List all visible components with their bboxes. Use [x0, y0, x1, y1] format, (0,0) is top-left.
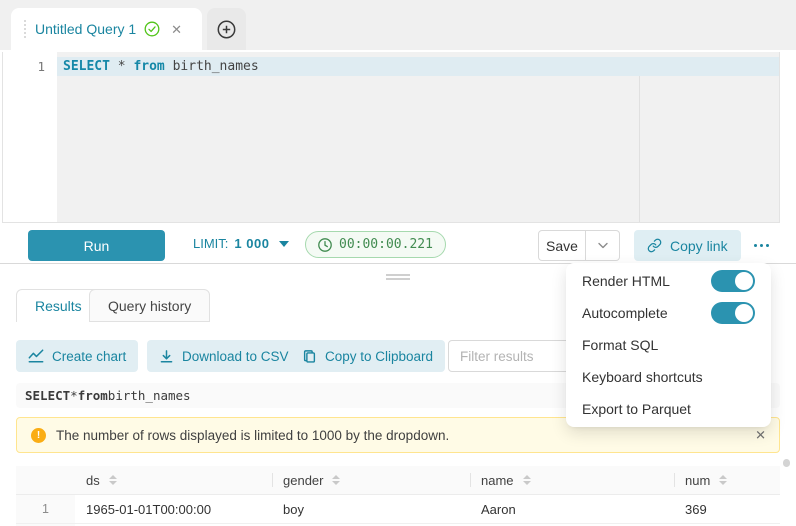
menu-item-label: Export to Parquet	[582, 401, 691, 417]
more-menu-button[interactable]	[745, 230, 777, 261]
scrollbar-thumb[interactable]	[783, 459, 790, 467]
check-circle-icon	[144, 21, 160, 37]
table-header-row: ds gender name num	[16, 466, 780, 495]
sort-icon[interactable]	[109, 475, 117, 485]
timer-value: 00:00:00.221	[339, 237, 433, 252]
sql-star: *	[118, 59, 126, 74]
column-header-ds[interactable]: ds	[75, 466, 272, 494]
tab-results[interactable]: Results	[16, 289, 101, 322]
run-button[interactable]: Run	[28, 230, 165, 261]
copy-clipboard-button[interactable]: Copy to Clipboard	[290, 340, 445, 372]
sort-icon[interactable]	[719, 475, 727, 485]
autocomplete-toggle[interactable]	[711, 302, 755, 324]
close-tab-icon[interactable]: ✕	[171, 23, 182, 36]
column-header-gender[interactable]: gender	[272, 466, 470, 494]
save-dropdown-button[interactable]	[586, 230, 620, 261]
sql-keyword: SELECT	[63, 59, 110, 74]
download-icon	[159, 349, 174, 364]
more-options-menu: Render HTML Autocomplete Format SQL Keyb…	[566, 263, 771, 427]
sql-keyword: from	[133, 59, 164, 74]
table-row: 1 1965-01-01T00:00:00 boy Aaron 369	[16, 495, 780, 524]
chart-icon	[28, 348, 44, 364]
drag-handle-icon[interactable]	[24, 20, 26, 38]
line-number: 1	[37, 57, 45, 76]
query-tab-strip: Untitled Query 1 ✕	[0, 0, 796, 50]
row-number-header	[16, 466, 75, 494]
sql-code-line: SELECT * from birth_names	[63, 57, 259, 76]
menu-item-keyboard-shortcuts[interactable]: Keyboard shortcuts	[566, 361, 771, 393]
add-tab-button[interactable]	[207, 8, 246, 50]
row-number-cell: 1	[16, 495, 75, 523]
tab-query-history-label: Query history	[108, 298, 191, 314]
menu-item-label: Keyboard shortcuts	[582, 369, 703, 385]
results-table: ds gender name num 1 1965-01-01T00:00:00…	[16, 466, 780, 526]
column-label: num	[685, 473, 710, 488]
column-header-num[interactable]: num	[674, 466, 780, 494]
download-csv-label: Download to CSV	[182, 349, 289, 364]
column-header-name[interactable]: name	[470, 466, 674, 494]
clock-icon	[318, 238, 332, 252]
cell-num: 369	[674, 495, 780, 523]
query-timer-badge: 00:00:00.221	[305, 231, 446, 258]
create-chart-label: Create chart	[52, 349, 126, 364]
sql-keyword: SELECT	[25, 388, 70, 403]
menu-item-label: Render HTML	[582, 273, 670, 289]
cell-ds: 1965-01-01T00:00:00	[75, 495, 272, 523]
sql-table-name: birth_names	[173, 59, 259, 74]
limit-label: LIMIT:	[193, 236, 228, 251]
menu-item-render-html[interactable]: Render HTML	[566, 265, 771, 297]
chevron-down-icon	[598, 242, 608, 249]
sql-keyword: from	[78, 388, 108, 403]
sql-editor[interactable]: 1 SELECT * from birth_names	[2, 52, 780, 223]
tab-results-label: Results	[35, 298, 82, 314]
sql-star: *	[70, 388, 78, 403]
menu-item-label: Autocomplete	[582, 305, 668, 321]
editor-toolbar: Run LIMIT: 1 000 00:00:00.221 Save Copy …	[0, 223, 796, 264]
link-icon	[647, 238, 662, 253]
copy-clipboard-label: Copy to Clipboard	[325, 349, 433, 364]
column-label: name	[481, 473, 514, 488]
download-csv-button[interactable]: Download to CSV	[147, 340, 301, 372]
copy-link-button[interactable]: Copy link	[634, 230, 741, 261]
limit-dropdown[interactable]: LIMIT: 1 000	[193, 223, 289, 264]
alert-close-icon[interactable]: ✕	[755, 429, 766, 442]
save-button[interactable]: Save	[538, 230, 586, 261]
sql-lab-window: Untitled Query 1 ✕ 1 SELECT * from birth…	[0, 0, 796, 526]
menu-item-label: Format SQL	[582, 337, 658, 353]
column-label: gender	[283, 473, 323, 488]
caret-down-icon	[279, 241, 289, 247]
save-split-button: Save	[538, 230, 620, 261]
sort-icon[interactable]	[523, 475, 531, 485]
plus-circle-icon	[217, 20, 236, 39]
alert-message: The number of rows displayed is limited …	[56, 428, 449, 443]
cell-gender: boy	[272, 495, 470, 523]
menu-item-autocomplete[interactable]: Autocomplete	[566, 297, 771, 329]
query-tab-title: Untitled Query 1	[35, 21, 136, 37]
sql-table-name: birth_names	[108, 388, 191, 403]
limit-value: 1 000	[234, 236, 269, 251]
render-html-toggle[interactable]	[711, 270, 755, 292]
cell-name: Aaron	[470, 495, 674, 523]
menu-item-export-parquet[interactable]: Export to Parquet	[566, 393, 771, 425]
sort-icon[interactable]	[332, 475, 340, 485]
menu-item-format-sql[interactable]: Format SQL	[566, 329, 771, 361]
query-tab-active[interactable]: Untitled Query 1 ✕	[11, 8, 202, 50]
create-chart-button[interactable]: Create chart	[16, 340, 138, 372]
copy-link-label: Copy link	[670, 238, 728, 254]
warning-icon: !	[31, 428, 46, 443]
print-margin-ruler	[639, 76, 640, 222]
copy-icon	[302, 349, 317, 364]
pane-resize-handle[interactable]	[386, 274, 410, 280]
column-label: ds	[86, 473, 100, 488]
editor-gutter: 1	[3, 52, 57, 222]
tab-query-history[interactable]: Query history	[89, 289, 210, 322]
